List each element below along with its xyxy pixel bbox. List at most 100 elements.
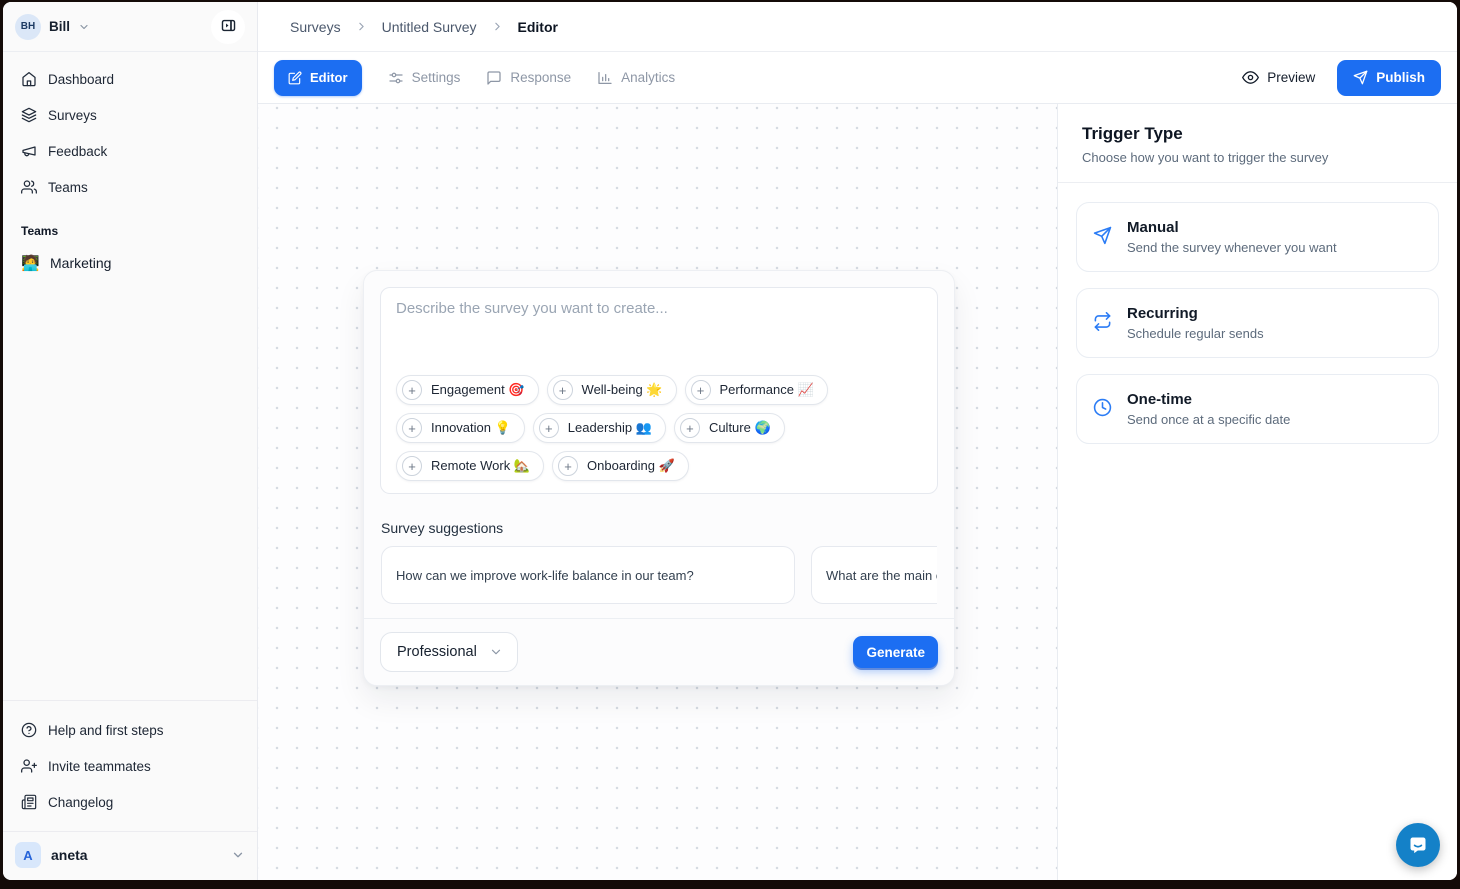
publish-label: Publish — [1376, 70, 1425, 85]
tab-editor[interactable]: Editor — [274, 60, 362, 96]
layers-icon — [21, 107, 37, 123]
chip-engagement[interactable]: + Engagement 🎯 — [396, 375, 539, 405]
workspace-avatar: BH — [15, 14, 41, 40]
sidebar-collapse-button[interactable] — [211, 10, 245, 44]
sidebar-footer: Help and first steps Invite teammates Ch… — [3, 700, 257, 825]
plus-icon: + — [558, 456, 578, 476]
teams-section-label: Teams — [21, 224, 239, 238]
publish-button[interactable]: Publish — [1337, 60, 1441, 96]
survey-generator-widget: + Engagement 🎯 + Well-being 🌟 + Performa… — [363, 270, 955, 686]
user-avatar: A — [15, 842, 41, 868]
main-area: Surveys Untitled Survey Editor Editor — [258, 2, 1457, 880]
plus-icon: + — [402, 380, 422, 400]
sidebar: BH Bill Dashboard Surv — [3, 2, 258, 880]
tab-response[interactable]: Response — [486, 70, 571, 86]
trigger-option-manual[interactable]: Manual Send the survey whenever you want — [1076, 202, 1439, 272]
sidebar-item-invite[interactable]: Invite teammates — [11, 749, 249, 783]
breadcrumb-editor: Editor — [518, 19, 558, 35]
trigger-options: Manual Send the survey whenever you want… — [1058, 183, 1457, 463]
workspace-switcher[interactable]: BH Bill — [3, 2, 257, 52]
panel-subtitle: Choose how you want to trigger the surve… — [1082, 150, 1433, 165]
breadcrumb-untitled-survey[interactable]: Untitled Survey — [382, 19, 477, 35]
trigger-title: Manual — [1127, 219, 1337, 236]
plus-icon: + — [680, 418, 700, 438]
composer-card: + Engagement 🎯 + Well-being 🌟 + Performa… — [380, 287, 938, 494]
survey-description-input[interactable] — [396, 300, 922, 364]
send-icon — [1093, 226, 1112, 255]
sidebar-nav: Dashboard Surveys Feedback Teams — [3, 52, 257, 204]
sidebar-item-label: Changelog — [48, 795, 113, 810]
send-icon — [1353, 70, 1368, 85]
trigger-description: Send the survey whenever you want — [1127, 240, 1337, 255]
chip-label: Innovation 💡 — [431, 420, 511, 436]
breadcrumb-surveys[interactable]: Surveys — [290, 19, 341, 35]
tab-label: Settings — [412, 70, 461, 85]
tab-analytics[interactable]: Analytics — [597, 70, 675, 86]
tab-settings[interactable]: Settings — [388, 70, 461, 86]
team-emoji: 🧑‍💻 — [21, 254, 39, 272]
user-plus-icon — [21, 758, 37, 774]
chip-innovation[interactable]: + Innovation 💡 — [396, 413, 525, 443]
trigger-type-panel: Trigger Type Choose how you want to trig… — [1057, 104, 1457, 880]
chip-leadership[interactable]: + Leadership 👥 — [533, 413, 666, 443]
suggestion-card[interactable]: What are the main ob — [811, 546, 937, 604]
user-menu[interactable]: A aneta — [3, 831, 257, 880]
tabbar-actions: Preview Publish — [1242, 60, 1441, 96]
chip-onboarding[interactable]: + Onboarding 🚀 — [552, 451, 689, 481]
generate-button[interactable]: Generate — [853, 636, 938, 668]
chip-label: Well-being 🌟 — [582, 382, 663, 398]
eye-icon — [1242, 69, 1259, 86]
trigger-title: One-time — [1127, 391, 1290, 408]
sidebar-item-label: Invite teammates — [48, 759, 151, 774]
sidebar-item-label: Teams — [48, 180, 88, 195]
widget-footer: Professional Generate — [364, 618, 954, 685]
editor-canvas[interactable]: + Engagement 🎯 + Well-being 🌟 + Performa… — [258, 104, 1057, 880]
chevron-down-icon — [231, 848, 245, 862]
sidebar-item-teams[interactable]: Teams — [11, 170, 249, 204]
plus-icon: + — [539, 418, 559, 438]
chip-culture[interactable]: + Culture 🌍 — [674, 413, 785, 443]
tone-value: Professional — [397, 644, 477, 660]
sidebar-item-dashboard[interactable]: Dashboard — [11, 62, 249, 96]
trigger-option-one-time[interactable]: One-time Send once at a specific date — [1076, 374, 1439, 444]
user-name: aneta — [51, 847, 88, 863]
sidebar-item-feedback[interactable]: Feedback — [11, 134, 249, 168]
sidebar-item-changelog[interactable]: Changelog — [11, 785, 249, 819]
edit-icon — [288, 71, 302, 85]
chip-label: Remote Work 🏡 — [431, 458, 530, 474]
sidebar-item-label: Help and first steps — [48, 723, 164, 738]
sidebar-item-help[interactable]: Help and first steps — [11, 713, 249, 747]
chip-label: Culture 🌍 — [709, 420, 771, 436]
chip-performance[interactable]: + Performance 📈 — [685, 375, 828, 405]
preview-button[interactable]: Preview — [1242, 69, 1315, 86]
users-icon — [21, 179, 37, 195]
help-circle-icon — [21, 722, 37, 738]
clock-icon — [1093, 398, 1112, 427]
message-icon — [486, 70, 502, 86]
tab-label: Editor — [310, 70, 348, 85]
chip-label: Engagement 🎯 — [431, 382, 525, 398]
chat-launcher-button[interactable] — [1396, 823, 1440, 867]
tone-select[interactable]: Professional — [380, 632, 518, 672]
chip-remote-work[interactable]: + Remote Work 🏡 — [396, 451, 544, 481]
suggestion-card[interactable]: How can we improve work-life balance in … — [381, 546, 795, 604]
tab-bar: Editor Settings Response Analytics — [258, 52, 1457, 104]
sidebar-spacer — [3, 280, 257, 700]
content-area: + Engagement 🎯 + Well-being 🌟 + Performa… — [258, 104, 1457, 880]
trigger-description: Schedule regular sends — [1127, 326, 1264, 341]
plus-icon: + — [553, 380, 573, 400]
sidebar-item-surveys[interactable]: Surveys — [11, 98, 249, 132]
sidebar-team-marketing[interactable]: 🧑‍💻 Marketing — [3, 246, 257, 280]
suggestion-text: How can we improve work-life balance in … — [396, 568, 694, 583]
workspace-name: Bill — [49, 19, 70, 34]
chip-well-being[interactable]: + Well-being 🌟 — [547, 375, 677, 405]
app-window: BH Bill Dashboard Surv — [3, 2, 1457, 880]
chevron-down-icon — [489, 645, 503, 659]
chevron-right-icon — [355, 20, 368, 33]
plus-icon: + — [402, 456, 422, 476]
bar-chart-icon — [597, 70, 613, 86]
chip-label: Onboarding 🚀 — [587, 458, 675, 474]
preview-label: Preview — [1267, 70, 1315, 85]
sliders-icon — [388, 70, 404, 86]
trigger-option-recurring[interactable]: Recurring Schedule regular sends — [1076, 288, 1439, 358]
